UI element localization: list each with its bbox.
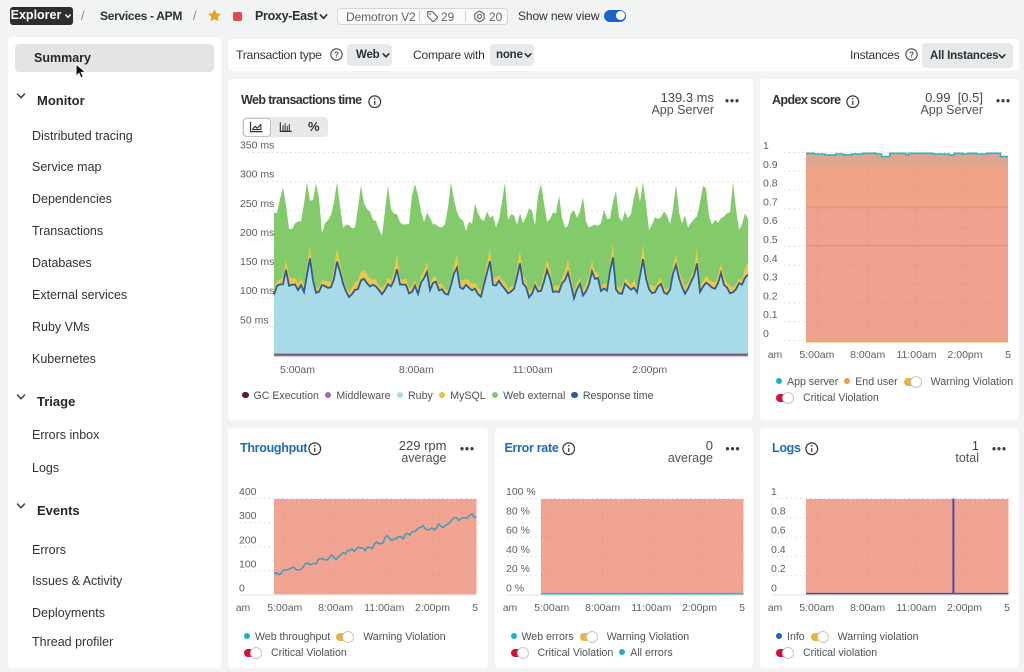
svg-text:0.4: 0.4 — [763, 253, 778, 265]
svg-text:100: 100 — [239, 558, 257, 570]
svg-text:5: 5 — [1004, 602, 1010, 614]
svg-text:5:00am: 5:00am — [799, 349, 834, 361]
svg-text:0.1: 0.1 — [763, 309, 778, 321]
svg-text:350 ms: 350 ms — [240, 139, 274, 151]
svg-text:8:00am: 8:00am — [850, 602, 885, 614]
svg-text:8:00am: 8:00am — [399, 364, 434, 376]
svg-text:0: 0 — [771, 583, 777, 595]
svg-text:250 ms: 250 ms — [240, 198, 274, 210]
svg-text:11:00am: 11:00am — [364, 602, 404, 614]
svg-text:200: 200 — [239, 534, 257, 546]
svg-text:100 ms: 100 ms — [240, 285, 274, 297]
svg-text:60 %: 60 % — [506, 525, 530, 537]
svg-text:am: am — [502, 602, 517, 614]
svg-text:100 %: 100 % — [506, 486, 536, 498]
svg-text:am: am — [236, 602, 251, 614]
svg-text:20 %: 20 % — [506, 563, 530, 575]
svg-text:0.3: 0.3 — [763, 272, 778, 284]
svg-text:5:00am: 5:00am — [534, 602, 569, 614]
svg-text:2:00pm: 2:00pm — [415, 602, 450, 614]
svg-text:2:00pm: 2:00pm — [947, 602, 982, 614]
svg-text:8:00am: 8:00am — [585, 602, 620, 614]
svg-text:?: ? — [334, 50, 339, 59]
svg-text:11:00am: 11:00am — [896, 349, 936, 361]
svg-text:2:00pm: 2:00pm — [681, 602, 716, 614]
svg-text:0.6: 0.6 — [763, 215, 778, 227]
svg-text:?: ? — [909, 50, 914, 59]
svg-text:2:00pm: 2:00pm — [947, 349, 982, 361]
svg-text:0.8: 0.8 — [771, 505, 786, 517]
svg-text:0.5: 0.5 — [763, 234, 778, 246]
svg-text:0.8: 0.8 — [763, 178, 778, 190]
svg-text:0.2: 0.2 — [771, 563, 786, 575]
svg-text:5: 5 — [472, 602, 478, 614]
svg-text:11:00am: 11:00am — [896, 602, 936, 614]
svg-text:5: 5 — [1005, 349, 1011, 361]
svg-text:11:00am: 11:00am — [631, 602, 671, 614]
svg-text:0.7: 0.7 — [763, 196, 778, 208]
svg-text:400: 400 — [239, 486, 257, 498]
svg-text:0.9: 0.9 — [763, 159, 778, 171]
svg-text:0 %: 0 % — [506, 583, 524, 595]
svg-text:1: 1 — [763, 140, 769, 152]
svg-text:8:00am: 8:00am — [318, 602, 353, 614]
svg-text:2:00pm: 2:00pm — [632, 364, 667, 376]
svg-text:5: 5 — [739, 602, 745, 614]
svg-text:1: 1 — [771, 486, 777, 498]
svg-text:80 %: 80 % — [506, 505, 530, 517]
svg-text:0: 0 — [763, 328, 769, 340]
svg-text:5:00am: 5:00am — [267, 602, 302, 614]
svg-text:150 ms: 150 ms — [240, 256, 274, 268]
svg-text:5:00am: 5:00am — [280, 364, 315, 376]
svg-text:200 ms: 200 ms — [240, 227, 274, 239]
svg-text:300 ms: 300 ms — [240, 169, 274, 181]
svg-text:0.2: 0.2 — [763, 290, 778, 302]
svg-text:am: am — [768, 349, 783, 361]
svg-text:0.6: 0.6 — [771, 525, 786, 537]
svg-text:0.4: 0.4 — [771, 544, 786, 556]
svg-text:5:00am: 5:00am — [799, 602, 834, 614]
svg-text:am: am — [768, 602, 783, 614]
svg-text:8:00am: 8:00am — [850, 349, 885, 361]
svg-text:300: 300 — [239, 510, 257, 522]
svg-text:40 %: 40 % — [506, 544, 530, 556]
svg-text:11:00am: 11:00am — [513, 364, 553, 376]
svg-text:50 ms: 50 ms — [240, 314, 269, 326]
svg-text:0: 0 — [239, 583, 245, 595]
